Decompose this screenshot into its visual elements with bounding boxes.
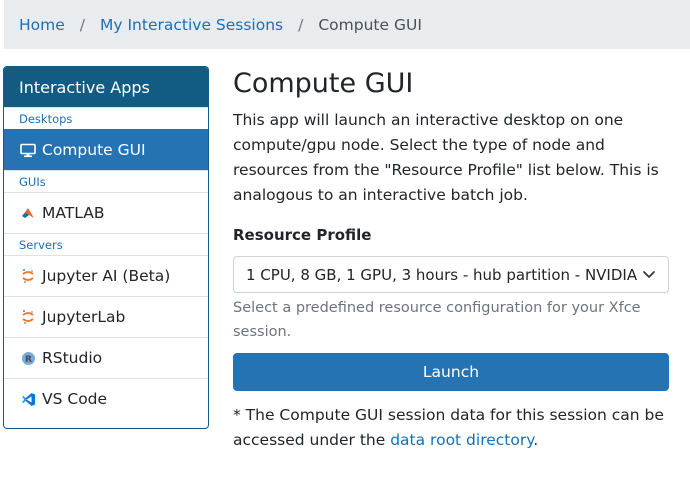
sidebar-item-rstudio[interactable]: R RStudio: [4, 337, 208, 378]
resource-profile-value: 1 CPU, 8 GB, 1 GPU, 3 hours - hub partit…: [246, 265, 638, 284]
sidebar-item-compute-gui[interactable]: Compute GUI: [4, 129, 208, 170]
vscode-icon: [19, 390, 37, 408]
rstudio-icon: R: [19, 349, 37, 367]
resource-profile-help: Select a predefined resource configurati…: [233, 300, 641, 340]
sidebar-item-label: VS Code: [42, 390, 108, 408]
sidebar-item-label: Jupyter AI (Beta): [42, 267, 171, 285]
sidebar-item-label: MATLAB: [42, 204, 105, 222]
resource-profile-label: Resource Profile: [233, 226, 372, 244]
sidebar-category-servers: Servers: [4, 233, 208, 255]
sidebar-item-jupyter-ai[interactable]: Jupyter AI (Beta): [4, 255, 208, 296]
sidebar-item-label: Compute GUI: [42, 141, 146, 159]
sidebar-category-guis: GUIs: [4, 170, 208, 192]
breadcrumb-separator: /: [298, 15, 304, 34]
resource-profile-select[interactable]: 1 CPU, 8 GB, 1 GPU, 3 hours - hub partit…: [233, 256, 669, 293]
svg-text:R: R: [25, 355, 32, 365]
breadcrumb-current: Compute GUI: [318, 15, 422, 34]
monitor-icon: [19, 141, 37, 159]
app-description: This app will launch an interactive desk…: [233, 111, 659, 204]
matlab-icon: [19, 204, 37, 222]
sidebar-item-matlab[interactable]: MATLAB: [4, 192, 208, 233]
sidebar: Interactive Apps Desktops Compute GUI GU…: [3, 66, 209, 429]
jupyter-icon: [19, 308, 37, 326]
breadcrumb-home-link[interactable]: Home: [19, 16, 65, 34]
chevron-down-icon: [642, 267, 656, 281]
note-suffix: .: [533, 431, 539, 449]
launch-button[interactable]: Launch: [233, 353, 669, 391]
sidebar-header: Interactive Apps: [4, 67, 208, 107]
breadcrumb: Home / My Interactive Sessions / Compute…: [4, 0, 690, 49]
sidebar-item-label: JupyterLab: [42, 308, 126, 326]
data-root-note: * The Compute GUI session data for this …: [233, 403, 669, 453]
sidebar-category-desktops: Desktops: [4, 107, 208, 129]
data-root-directory-link[interactable]: data root directory: [390, 431, 533, 449]
breadcrumb-sessions-link[interactable]: My Interactive Sessions: [100, 16, 283, 34]
breadcrumb-separator: /: [79, 15, 86, 34]
main-content: Compute GUI This app will launch an inte…: [233, 66, 669, 453]
sidebar-item-vscode[interactable]: VS Code: [4, 378, 208, 419]
jupyter-icon: [19, 267, 37, 285]
sidebar-item-label: RStudio: [42, 349, 103, 367]
sidebar-item-jupyterlab[interactable]: JupyterLab: [4, 296, 208, 337]
page-title: Compute GUI: [233, 68, 414, 99]
